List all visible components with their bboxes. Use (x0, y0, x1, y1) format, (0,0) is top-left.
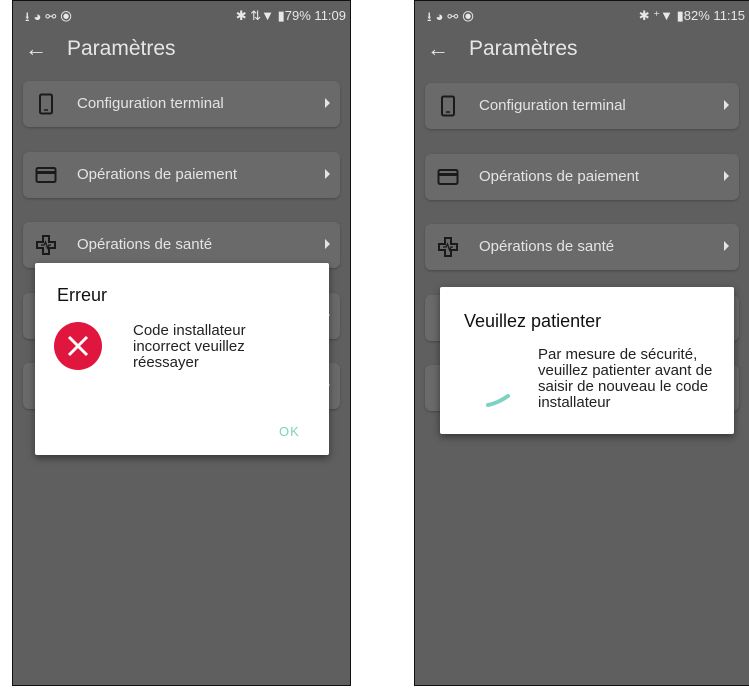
phone-screen-right: ⭳◕⚯⦿ ✱ ⁺▼ ▮82% 11:15 ← Paramètres Config… (414, 0, 749, 686)
status-info: ✱ ⇅▼ ▮79% 11:09 (235, 8, 346, 23)
chevron-right-icon (325, 169, 330, 179)
menu-item-operations-sante[interactable]: Opérations de santé (425, 224, 739, 270)
chevron-right-icon (724, 241, 729, 251)
menu-item-operations-sante[interactable]: Opérations de santé (23, 222, 340, 268)
page-title: Paramètres (469, 37, 578, 60)
page-title: Paramètres (67, 37, 176, 60)
phone-icon (39, 93, 53, 115)
dialog-title: Veuillez patienter (464, 311, 602, 331)
chevron-right-icon (724, 171, 729, 181)
menu-item-label: Configuration terminal (479, 97, 626, 114)
status-info: ✱ ⁺▼ ▮82% 11:15 (638, 8, 745, 23)
health-cross-icon (438, 237, 458, 257)
menu-item-operations-paiement[interactable]: Opérations de paiement (425, 154, 739, 200)
chevron-right-icon (325, 239, 330, 249)
menu-item-label: Opérations de santé (77, 236, 213, 253)
waiting-dialog: Veuillez patienter Par mesure de sécurit… (440, 287, 734, 434)
menu-item-label: Opérations de santé (479, 238, 615, 255)
app-bar: ← Paramètres (13, 29, 350, 71)
health-cross-icon (36, 235, 56, 255)
phone-icon (441, 95, 455, 117)
dialog-message: Code installateur incorrect veuillez rée… (133, 322, 246, 371)
menu-item-operations-paiement[interactable]: Opérations de paiement (23, 152, 340, 198)
back-arrow-icon[interactable]: ← (25, 35, 47, 63)
menu-item-label: Configuration terminal (77, 95, 224, 112)
card-icon (35, 167, 57, 183)
chevron-right-icon (325, 98, 330, 108)
dialog-title: Erreur (57, 285, 108, 305)
menu-item-label: Opérations de paiement (77, 166, 238, 183)
loading-spinner-icon (486, 394, 510, 407)
app-bar: ← Paramètres (415, 29, 749, 71)
menu-item-configuration-terminal[interactable]: Configuration terminal (425, 83, 739, 129)
ok-button[interactable]: OK (279, 424, 300, 439)
status-icons: ⭳◕⚯⦿ (427, 9, 478, 24)
back-arrow-icon[interactable]: ← (427, 35, 449, 63)
phone-screen-left: ⭳◕⚯⦿ ✱ ⇅▼ ▮79% 11:09 ← Paramètres Config… (12, 0, 351, 686)
chevron-right-icon (724, 100, 729, 110)
error-x-icon (54, 322, 102, 370)
menu-item-label: Opérations de paiement (479, 168, 640, 185)
status-bar: ⭳◕⚯⦿ ✱ ⁺▼ ▮82% 11:15 (415, 1, 749, 29)
status-bar: ⭳◕⚯⦿ ✱ ⇅▼ ▮79% 11:09 (13, 1, 350, 29)
menu-item-configuration-terminal[interactable]: Configuration terminal (23, 81, 340, 127)
error-dialog: Erreur Code installateur incorrect veuil… (35, 263, 329, 455)
card-icon (437, 169, 459, 185)
dialog-message: Par mesure de sécurité, veuillez patient… (538, 346, 713, 411)
status-icons: ⭳◕⚯⦿ (25, 9, 76, 24)
